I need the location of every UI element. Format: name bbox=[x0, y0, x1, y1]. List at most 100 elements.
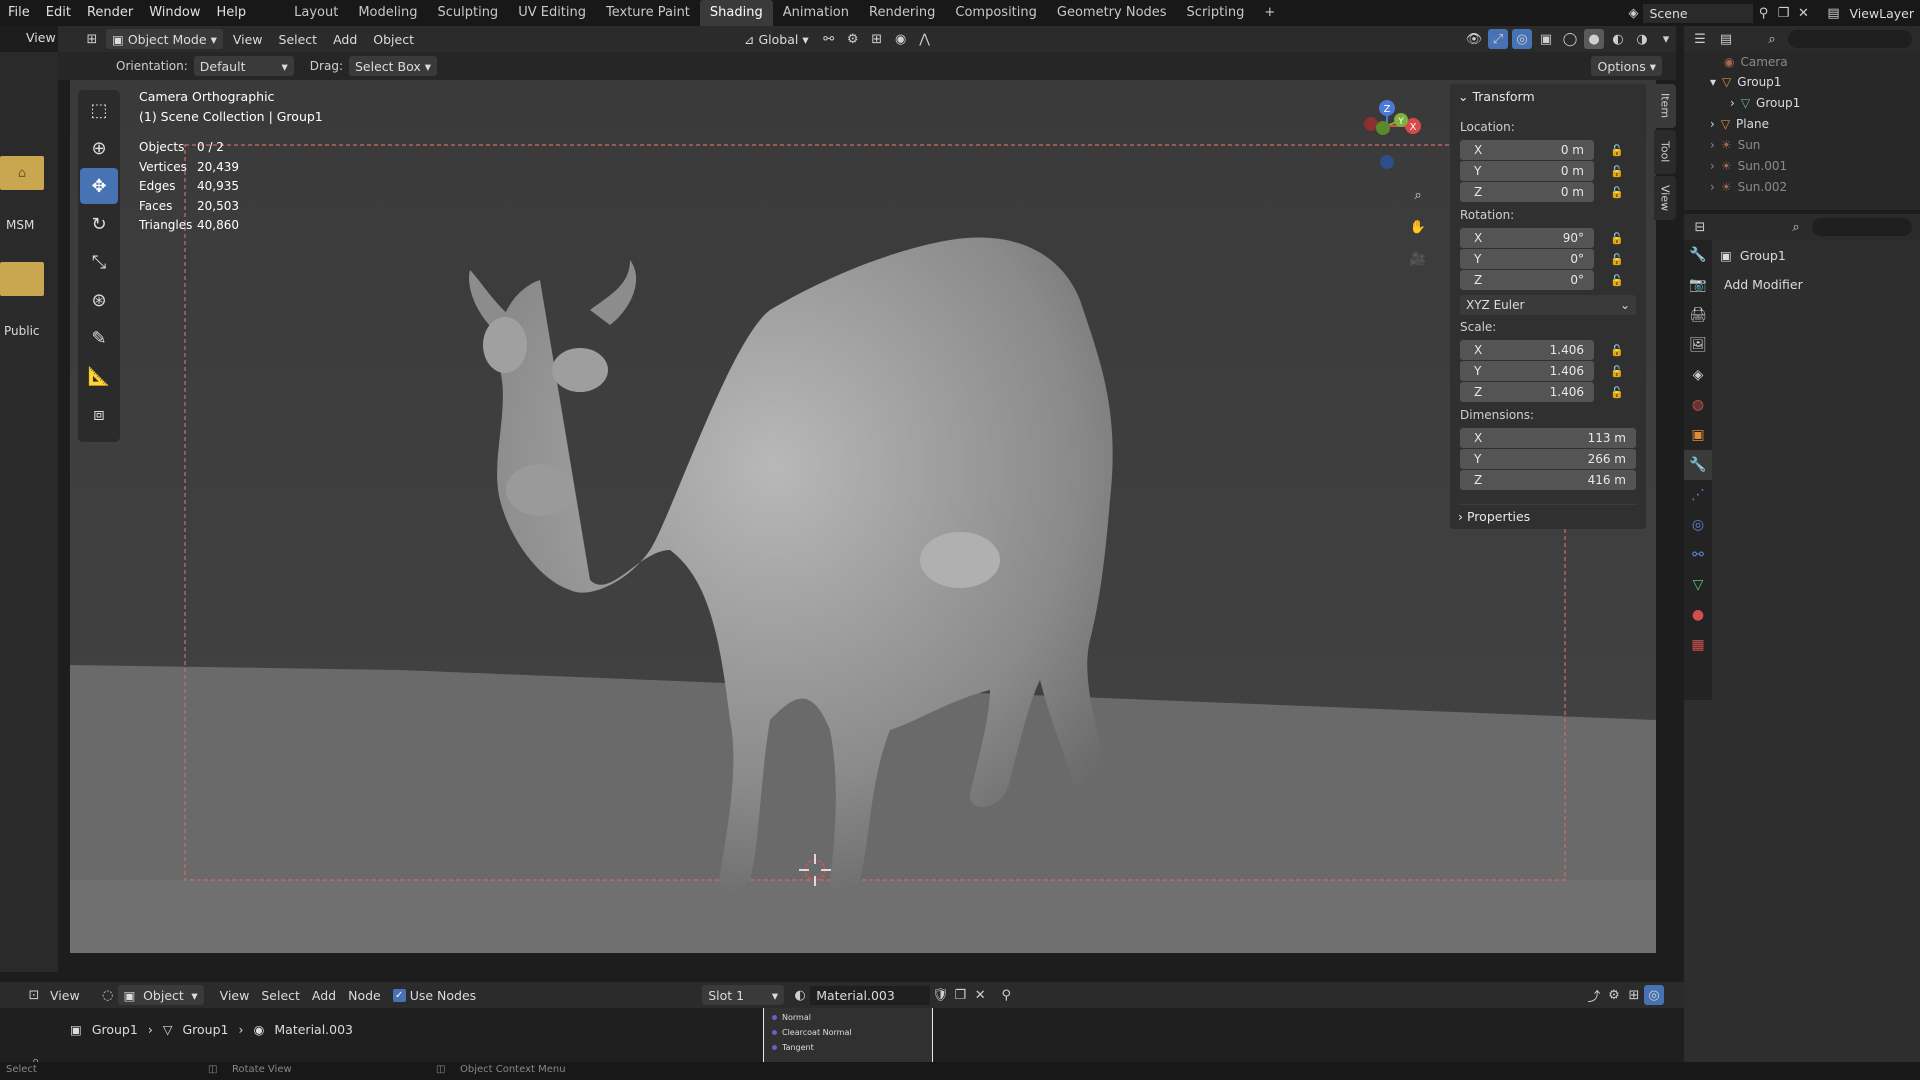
rotation-x-field[interactable]: X 90° bbox=[1460, 228, 1594, 248]
shader-type-icon[interactable]: ◌ bbox=[98, 985, 118, 1005]
socket-icon[interactable] bbox=[772, 1045, 777, 1050]
tab-tool[interactable]: Tool bbox=[1654, 130, 1676, 174]
scene-tab-icon[interactable]: ◈ bbox=[1684, 360, 1712, 390]
tab-rendering[interactable]: Rendering bbox=[859, 0, 945, 26]
outliner-editor-icon[interactable]: ☰ bbox=[1690, 29, 1710, 49]
principled-bsdf-node[interactable]: Normal Clearcoat Normal Tangent bbox=[763, 1008, 933, 1066]
scene-icon[interactable]: ◈ bbox=[1623, 3, 1643, 23]
object-dropdown[interactable]: ▣ Object ▾ bbox=[117, 985, 204, 1005]
snap-icon[interactable]: ⚙ bbox=[1604, 985, 1624, 1005]
location-y-field[interactable]: Y0 m bbox=[1460, 161, 1594, 181]
scale-x-field[interactable]: X 1.406 bbox=[1460, 340, 1594, 360]
view-menu-left[interactable]: View bbox=[26, 30, 56, 45]
search-icon[interactable]: ⌕ bbox=[1786, 217, 1806, 237]
add-menu[interactable]: Add bbox=[327, 29, 363, 49]
lock-icon[interactable]: 🔓 bbox=[1610, 232, 1624, 246]
overlay-icon[interactable]: ◎ bbox=[1512, 29, 1532, 49]
menu-help[interactable]: Help bbox=[209, 0, 255, 26]
tab-sculpting[interactable]: Sculpting bbox=[427, 0, 508, 26]
lock-icon[interactable]: 🔓 bbox=[1610, 274, 1624, 288]
view-menu-small[interactable]: View bbox=[44, 985, 86, 1005]
pan-hand-icon[interactable]: ✋ bbox=[1405, 214, 1431, 240]
view-layer-tab-icon[interactable]: 🖼 bbox=[1684, 330, 1712, 360]
scale-z-field[interactable]: Z 1.406 bbox=[1460, 382, 1594, 402]
visibility-icon[interactable]: 👁 bbox=[1464, 29, 1484, 49]
location-z-field[interactable]: Z0 m bbox=[1460, 182, 1594, 202]
duplicate-material-icon[interactable]: ❐ bbox=[950, 985, 970, 1005]
render-tab-icon[interactable]: 📷 bbox=[1684, 270, 1712, 300]
search-icon[interactable]: ⌕ bbox=[1762, 29, 1782, 49]
shading-rendered-icon[interactable]: ◑ bbox=[1632, 29, 1652, 49]
tab-modeling[interactable]: Modeling bbox=[348, 0, 427, 26]
properties-editor-icon[interactable]: ⊟ bbox=[1690, 217, 1710, 237]
new-scene-icon[interactable]: ❐ bbox=[1773, 3, 1793, 23]
3d-viewport[interactable]: Z X Y Camera Orthographic (1) Scene Coll… bbox=[70, 80, 1656, 953]
move-tool-icon[interactable]: ✥ bbox=[80, 168, 118, 204]
menu-render[interactable]: Render bbox=[79, 0, 141, 26]
shading-material-icon[interactable]: ◐ bbox=[1608, 29, 1628, 49]
add-cube-tool-icon[interactable]: ⧈ bbox=[80, 396, 118, 432]
lock-icon[interactable]: 🔓 bbox=[1610, 344, 1624, 358]
transform-panel-header[interactable]: ⌄ Transform bbox=[1458, 89, 1535, 104]
material-browse-icon[interactable]: ◐ bbox=[790, 985, 810, 1005]
close-icon[interactable]: ✕ bbox=[1793, 3, 1813, 23]
outliner-row-camera[interactable]: ◉ Camera bbox=[1684, 52, 1920, 72]
tab-layout[interactable]: Layout bbox=[284, 0, 348, 26]
gizmo-icon[interactable]: ⤢ bbox=[1488, 29, 1508, 49]
menu-edit[interactable]: Edit bbox=[38, 0, 79, 26]
data-tab-icon[interactable]: ▽ bbox=[1684, 570, 1712, 600]
mode-dropdown[interactable]: ▣ Object Mode ▾ bbox=[106, 29, 223, 49]
properties-search-input[interactable] bbox=[1812, 218, 1912, 236]
pin-icon[interactable]: ⚲ bbox=[1753, 3, 1773, 23]
shading-wireframe-icon[interactable]: ◯ bbox=[1560, 29, 1580, 49]
outliner-row-sun-001[interactable]: › ☀ Sun.001 bbox=[1684, 156, 1920, 176]
texture-tab-icon[interactable]: ▦ bbox=[1684, 630, 1712, 660]
view-layer-icon[interactable]: ▤ bbox=[1823, 3, 1843, 23]
parent-node-tree-icon[interactable]: ⤴ bbox=[1584, 985, 1604, 1005]
lock-icon[interactable]: 🔓 bbox=[1610, 253, 1624, 267]
constraints-tab-icon[interactable]: ⚯ bbox=[1684, 540, 1712, 570]
output-tab-icon[interactable]: 🖨 bbox=[1684, 300, 1712, 330]
overlay-icon[interactable]: ◎ bbox=[1644, 985, 1664, 1005]
editor-type-icon[interactable]: ⊞ bbox=[82, 29, 102, 49]
fake-user-icon[interactable]: 🛡 bbox=[930, 985, 950, 1005]
tab-scripting[interactable]: Scripting bbox=[1177, 0, 1255, 26]
dimensions-z-field[interactable]: Z 416 m bbox=[1460, 470, 1636, 490]
outliner-row-plane[interactable]: › ▽ Plane bbox=[1684, 114, 1920, 134]
use-nodes-checkbox[interactable]: ✓ Use Nodes bbox=[387, 985, 482, 1005]
scale-tool-icon[interactable]: ⤡ bbox=[80, 244, 118, 280]
rotation-y-field[interactable]: Y 0° bbox=[1460, 249, 1594, 269]
menu-window[interactable]: Window bbox=[141, 0, 208, 26]
unlink-icon[interactable]: ✕ bbox=[970, 985, 990, 1005]
orientation-dropdown[interactable]: Default ▾ bbox=[193, 56, 294, 76]
tab-shading[interactable]: Shading bbox=[699, 0, 773, 26]
select-menu[interactable]: Select bbox=[273, 29, 324, 49]
add-modifier-button[interactable]: Add Modifier bbox=[1718, 274, 1918, 296]
rotation-mode-dropdown[interactable]: XYZ Euler ⌄ bbox=[1460, 295, 1636, 315]
xray-icon[interactable]: ▣ bbox=[1536, 29, 1556, 49]
pin-icon[interactable]: ⚲ bbox=[996, 985, 1016, 1005]
tab-texture-paint[interactable]: Texture Paint bbox=[596, 0, 700, 26]
tab-uv-editing[interactable]: UV Editing bbox=[508, 0, 596, 26]
world-tab-icon[interactable]: ◍ bbox=[1684, 390, 1712, 420]
select-box-tool-icon[interactable]: ⬚ bbox=[80, 92, 118, 128]
outliner-row-sun[interactable]: › ☀ Sun bbox=[1684, 135, 1920, 155]
view-menu[interactable]: View bbox=[227, 29, 269, 49]
node-view-menu[interactable]: View bbox=[214, 985, 256, 1005]
display-mode-icon[interactable]: ▤ bbox=[1716, 29, 1736, 49]
view-layer-name[interactable]: ViewLayer bbox=[1843, 6, 1920, 21]
tool-tab-icon[interactable]: 🔧 bbox=[1684, 240, 1712, 270]
outliner-row-group1[interactable]: ▾ ▽ Group1 bbox=[1684, 72, 1920, 92]
snap-icon[interactable]: ⚙ bbox=[843, 29, 863, 49]
modifier-tab-icon[interactable]: 🔧 bbox=[1684, 450, 1712, 480]
zoom-icon[interactable]: ⌕ bbox=[1405, 182, 1431, 208]
socket-icon[interactable] bbox=[772, 1015, 777, 1020]
tab-item[interactable]: Item bbox=[1654, 84, 1676, 128]
menu-file[interactable]: File bbox=[0, 0, 38, 26]
drag-dropdown[interactable]: Select Box ▾ bbox=[348, 56, 438, 76]
scale-y-field[interactable]: Y 1.406 bbox=[1460, 361, 1594, 381]
outliner-row-sun-002[interactable]: › ☀ Sun.002 bbox=[1684, 177, 1920, 197]
annotate-tool-icon[interactable]: ✎ bbox=[80, 320, 118, 356]
particles-tab-icon[interactable]: ⋰ bbox=[1684, 480, 1712, 510]
dimensions-x-field[interactable]: X 113 m bbox=[1460, 428, 1636, 448]
